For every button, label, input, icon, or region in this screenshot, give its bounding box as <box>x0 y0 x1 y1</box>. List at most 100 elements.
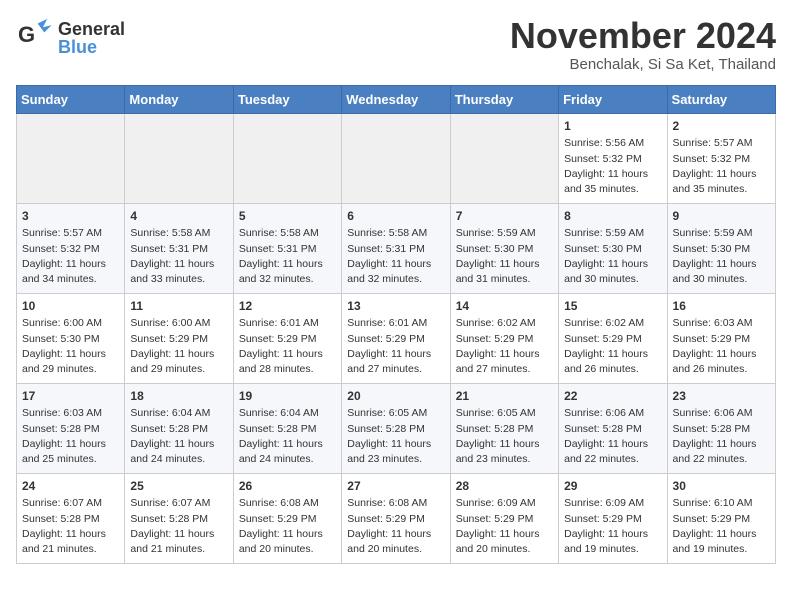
calendar-day: 25Sunrise: 6:07 AM Sunset: 5:28 PM Dayli… <box>125 473 233 563</box>
calendar-day: 2Sunrise: 5:57 AM Sunset: 5:32 PM Daylig… <box>667 113 775 203</box>
day-info: Sunrise: 5:59 AM Sunset: 5:30 PM Dayligh… <box>564 226 661 287</box>
calendar-day: 22Sunrise: 6:06 AM Sunset: 5:28 PM Dayli… <box>559 383 667 473</box>
day-number: 20 <box>347 388 444 405</box>
calendar-day: 24Sunrise: 6:07 AM Sunset: 5:28 PM Dayli… <box>17 473 125 563</box>
page-header: G General Blue November 2024 Benchalak, … <box>16 16 776 73</box>
calendar-day <box>233 113 341 203</box>
day-info: Sunrise: 5:59 AM Sunset: 5:30 PM Dayligh… <box>673 226 770 287</box>
day-info: Sunrise: 5:59 AM Sunset: 5:30 PM Dayligh… <box>456 226 553 287</box>
day-info: Sunrise: 6:08 AM Sunset: 5:29 PM Dayligh… <box>239 496 336 557</box>
calendar-week-2: 3Sunrise: 5:57 AM Sunset: 5:32 PM Daylig… <box>17 203 776 293</box>
day-info: Sunrise: 5:58 AM Sunset: 5:31 PM Dayligh… <box>347 226 444 287</box>
calendar-table: SundayMondayTuesdayWednesdayThursdayFrid… <box>16 85 776 564</box>
day-number: 7 <box>456 208 553 225</box>
day-info: Sunrise: 6:05 AM Sunset: 5:28 PM Dayligh… <box>347 406 444 467</box>
day-number: 29 <box>564 478 661 495</box>
calendar-day: 18Sunrise: 6:04 AM Sunset: 5:28 PM Dayli… <box>125 383 233 473</box>
calendar-day <box>17 113 125 203</box>
day-info: Sunrise: 6:07 AM Sunset: 5:28 PM Dayligh… <box>130 496 227 557</box>
day-number: 13 <box>347 298 444 315</box>
day-info: Sunrise: 6:09 AM Sunset: 5:29 PM Dayligh… <box>456 496 553 557</box>
day-info: Sunrise: 5:58 AM Sunset: 5:31 PM Dayligh… <box>130 226 227 287</box>
calendar-day: 7Sunrise: 5:59 AM Sunset: 5:30 PM Daylig… <box>450 203 558 293</box>
day-info: Sunrise: 6:03 AM Sunset: 5:29 PM Dayligh… <box>673 316 770 377</box>
calendar-day: 21Sunrise: 6:05 AM Sunset: 5:28 PM Dayli… <box>450 383 558 473</box>
day-info: Sunrise: 6:02 AM Sunset: 5:29 PM Dayligh… <box>564 316 661 377</box>
day-info: Sunrise: 6:05 AM Sunset: 5:28 PM Dayligh… <box>456 406 553 467</box>
day-number: 12 <box>239 298 336 315</box>
day-info: Sunrise: 5:57 AM Sunset: 5:32 PM Dayligh… <box>673 136 770 197</box>
calendar-day: 27Sunrise: 6:08 AM Sunset: 5:29 PM Dayli… <box>342 473 450 563</box>
day-number: 4 <box>130 208 227 225</box>
day-number: 14 <box>456 298 553 315</box>
day-number: 21 <box>456 388 553 405</box>
calendar-title: November 2024 <box>510 16 776 56</box>
calendar-subtitle: Benchalak, Si Sa Ket, Thailand <box>510 56 776 73</box>
day-header-thursday: Thursday <box>450 85 558 113</box>
day-info: Sunrise: 6:08 AM Sunset: 5:29 PM Dayligh… <box>347 496 444 557</box>
day-number: 18 <box>130 388 227 405</box>
calendar-day: 30Sunrise: 6:10 AM Sunset: 5:29 PM Dayli… <box>667 473 775 563</box>
day-number: 11 <box>130 298 227 315</box>
day-info: Sunrise: 6:02 AM Sunset: 5:29 PM Dayligh… <box>456 316 553 377</box>
calendar-day <box>450 113 558 203</box>
calendar-header-row: SundayMondayTuesdayWednesdayThursdayFrid… <box>17 85 776 113</box>
day-number: 8 <box>564 208 661 225</box>
day-header-tuesday: Tuesday <box>233 85 341 113</box>
calendar-day: 6Sunrise: 5:58 AM Sunset: 5:31 PM Daylig… <box>342 203 450 293</box>
day-header-saturday: Saturday <box>667 85 775 113</box>
calendar-day: 9Sunrise: 5:59 AM Sunset: 5:30 PM Daylig… <box>667 203 775 293</box>
day-header-sunday: Sunday <box>17 85 125 113</box>
day-info: Sunrise: 6:06 AM Sunset: 5:28 PM Dayligh… <box>564 406 661 467</box>
calendar-day: 8Sunrise: 5:59 AM Sunset: 5:30 PM Daylig… <box>559 203 667 293</box>
calendar-week-4: 17Sunrise: 6:03 AM Sunset: 5:28 PM Dayli… <box>17 383 776 473</box>
title-block: November 2024 Benchalak, Si Sa Ket, Thai… <box>510 16 776 73</box>
day-info: Sunrise: 6:07 AM Sunset: 5:28 PM Dayligh… <box>22 496 119 557</box>
calendar-week-3: 10Sunrise: 6:00 AM Sunset: 5:30 PM Dayli… <box>17 293 776 383</box>
day-number: 24 <box>22 478 119 495</box>
day-number: 28 <box>456 478 553 495</box>
day-info: Sunrise: 5:58 AM Sunset: 5:31 PM Dayligh… <box>239 226 336 287</box>
logo-icon: G <box>16 16 54 59</box>
calendar-day: 10Sunrise: 6:00 AM Sunset: 5:30 PM Dayli… <box>17 293 125 383</box>
svg-text:G: G <box>18 22 35 47</box>
day-info: Sunrise: 5:56 AM Sunset: 5:32 PM Dayligh… <box>564 136 661 197</box>
day-header-wednesday: Wednesday <box>342 85 450 113</box>
day-header-friday: Friday <box>559 85 667 113</box>
calendar-day: 23Sunrise: 6:06 AM Sunset: 5:28 PM Dayli… <box>667 383 775 473</box>
day-number: 15 <box>564 298 661 315</box>
day-number: 19 <box>239 388 336 405</box>
day-info: Sunrise: 6:04 AM Sunset: 5:28 PM Dayligh… <box>130 406 227 467</box>
calendar-day: 3Sunrise: 5:57 AM Sunset: 5:32 PM Daylig… <box>17 203 125 293</box>
day-info: Sunrise: 5:57 AM Sunset: 5:32 PM Dayligh… <box>22 226 119 287</box>
calendar-day: 16Sunrise: 6:03 AM Sunset: 5:29 PM Dayli… <box>667 293 775 383</box>
day-number: 22 <box>564 388 661 405</box>
calendar-day: 15Sunrise: 6:02 AM Sunset: 5:29 PM Dayli… <box>559 293 667 383</box>
logo-general: General <box>58 20 125 38</box>
calendar-day: 11Sunrise: 6:00 AM Sunset: 5:29 PM Dayli… <box>125 293 233 383</box>
day-number: 27 <box>347 478 444 495</box>
calendar-day: 28Sunrise: 6:09 AM Sunset: 5:29 PM Dayli… <box>450 473 558 563</box>
calendar-day: 29Sunrise: 6:09 AM Sunset: 5:29 PM Dayli… <box>559 473 667 563</box>
day-number: 25 <box>130 478 227 495</box>
calendar-day <box>125 113 233 203</box>
logo: G General Blue <box>16 16 125 59</box>
day-info: Sunrise: 6:09 AM Sunset: 5:29 PM Dayligh… <box>564 496 661 557</box>
calendar-day: 13Sunrise: 6:01 AM Sunset: 5:29 PM Dayli… <box>342 293 450 383</box>
calendar-day: 20Sunrise: 6:05 AM Sunset: 5:28 PM Dayli… <box>342 383 450 473</box>
day-number: 5 <box>239 208 336 225</box>
day-number: 9 <box>673 208 770 225</box>
calendar-day: 19Sunrise: 6:04 AM Sunset: 5:28 PM Dayli… <box>233 383 341 473</box>
calendar-day: 17Sunrise: 6:03 AM Sunset: 5:28 PM Dayli… <box>17 383 125 473</box>
calendar-week-1: 1Sunrise: 5:56 AM Sunset: 5:32 PM Daylig… <box>17 113 776 203</box>
calendar-week-5: 24Sunrise: 6:07 AM Sunset: 5:28 PM Dayli… <box>17 473 776 563</box>
day-info: Sunrise: 6:10 AM Sunset: 5:29 PM Dayligh… <box>673 496 770 557</box>
day-number: 16 <box>673 298 770 315</box>
calendar-day <box>342 113 450 203</box>
day-number: 17 <box>22 388 119 405</box>
day-number: 30 <box>673 478 770 495</box>
day-info: Sunrise: 6:01 AM Sunset: 5:29 PM Dayligh… <box>239 316 336 377</box>
day-number: 3 <box>22 208 119 225</box>
day-number: 10 <box>22 298 119 315</box>
day-info: Sunrise: 6:03 AM Sunset: 5:28 PM Dayligh… <box>22 406 119 467</box>
